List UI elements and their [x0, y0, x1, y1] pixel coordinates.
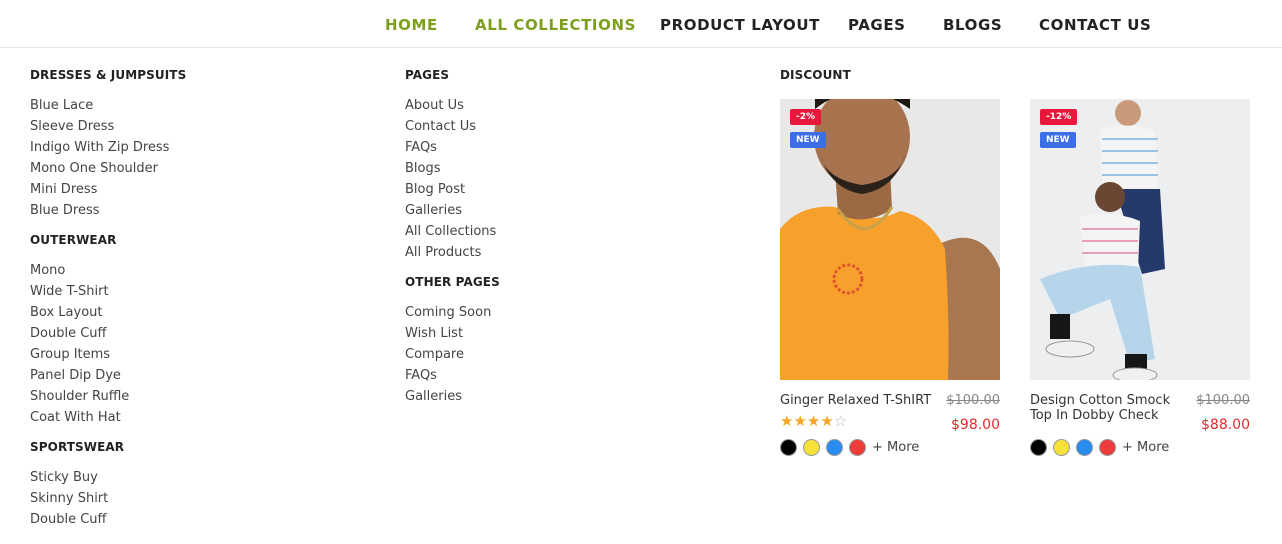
menu-link[interactable]: Panel Dip Dye [30, 365, 186, 386]
menu-link[interactable]: All Collections [405, 221, 500, 242]
menu-link[interactable]: Coming Soon [405, 302, 500, 323]
star-empty-icon: ☆ [833, 412, 848, 430]
menu-group-sportswear: SPORTSWEAR Sticky Buy Skinny Shirt Doubl… [30, 440, 186, 530]
menu-link[interactable]: Wide T-Shirt [30, 281, 186, 302]
menu-link[interactable]: Compare [405, 344, 500, 365]
star-filled-icon: ★ [806, 412, 821, 430]
nav-home[interactable]: HOME [385, 16, 438, 34]
menu-link[interactable]: Shoulder Ruffle [30, 386, 186, 407]
color-swatches: + More [1030, 439, 1250, 456]
menu-link[interactable]: Wish List [405, 323, 500, 344]
mega-menu-column-2: PAGES About Us Contact Us FAQs Blogs Blo… [405, 68, 500, 407]
menu-link[interactable]: Double Cuff [30, 509, 186, 530]
menu-link[interactable]: Coat With Hat [30, 407, 186, 428]
price-discounted: $88.00 [1201, 417, 1250, 433]
group-title: SPORTSWEAR [30, 440, 125, 454]
product-name[interactable]: Ginger Relaxed T-ShIRT [780, 393, 940, 408]
nav-blogs[interactable]: BLOGS [943, 16, 1002, 34]
swatch-yellow[interactable] [803, 439, 820, 456]
swatch-red[interactable] [1099, 439, 1116, 456]
menu-link[interactable]: Skinny Shirt [30, 488, 186, 509]
swatch-black[interactable] [780, 439, 797, 456]
menu-group-pages: PAGES About Us Contact Us FAQs Blogs Blo… [405, 68, 500, 263]
product-image[interactable]: -12% NEW [1030, 99, 1250, 380]
group-title: OTHER PAGES [405, 275, 500, 289]
swatch-red[interactable] [849, 439, 866, 456]
menu-link[interactable]: Sticky Buy [30, 467, 186, 488]
menu-link[interactable]: Group Items [30, 344, 186, 365]
menu-group-outerwear: OUTERWEAR Mono Wide T-Shirt Box Layout D… [30, 233, 186, 428]
group-title: PAGES [405, 68, 450, 82]
star-filled-icon: ★ [793, 412, 807, 430]
more-colors-link[interactable]: + More [872, 440, 919, 455]
nav-pages[interactable]: PAGES [848, 16, 906, 34]
swatch-black[interactable] [1030, 439, 1047, 456]
star-filled-icon: ★ [780, 412, 794, 430]
menu-link[interactable]: Galleries [405, 200, 500, 221]
product-card[interactable]: -2% NEW Ginger Relaxed T-ShIRT $100.00 ★… [780, 99, 1000, 456]
menu-link[interactable]: Mono One Shoulder [30, 158, 186, 179]
price-discounted: $98.00 [951, 417, 1000, 433]
menu-link[interactable]: FAQs [405, 137, 500, 158]
price-original: $100.00 [946, 393, 1000, 408]
menu-link[interactable]: Galleries [405, 386, 500, 407]
menu-link[interactable]: Box Layout [30, 302, 186, 323]
group-title: DRESSES & JUMPSUITS [30, 68, 187, 82]
price-original: $100.00 [1196, 393, 1250, 408]
menu-link[interactable]: FAQs [405, 365, 500, 386]
nav-contact-us[interactable]: CONTACT US [1039, 16, 1151, 34]
menu-link[interactable]: Blue Lace [30, 95, 186, 116]
menu-link[interactable]: Blog Post [405, 179, 500, 200]
mega-menu-column-1: DRESSES & JUMPSUITS Blue Lace Sleeve Dre… [30, 68, 186, 530]
menu-link[interactable]: Sleeve Dress [30, 116, 186, 137]
discount-section: DISCOUNT [780, 68, 851, 83]
rating-stars: ★★★★☆ [780, 412, 847, 430]
discount-title: DISCOUNT [780, 68, 851, 82]
menu-link[interactable]: About Us [405, 95, 500, 116]
nav-product-layout[interactable]: PRODUCT LAYOUT [660, 16, 820, 34]
product-image[interactable]: -2% NEW [780, 99, 1000, 380]
nav-all-collections[interactable]: ALL COLLECTIONS [475, 16, 636, 34]
swatch-yellow[interactable] [1053, 439, 1070, 456]
menu-link[interactable]: Indigo With Zip Dress [30, 137, 186, 158]
sale-badge: -12% [1040, 109, 1078, 125]
swatch-blue[interactable] [826, 439, 843, 456]
more-colors-link[interactable]: + More [1122, 440, 1169, 455]
menu-link[interactable]: Blogs [405, 158, 500, 179]
menu-link[interactable]: Blue Dress [30, 200, 186, 221]
menu-link[interactable]: Contact Us [405, 116, 500, 137]
product-card[interactable]: -12% NEW Design Cotton Smock Top In Dobb… [1030, 99, 1250, 456]
main-navigation: HOME ALL COLLECTIONS PRODUCT LAYOUT PAGE… [0, 0, 1282, 48]
swatch-blue[interactable] [1076, 439, 1093, 456]
sale-badge: -2% [790, 109, 822, 125]
product-name[interactable]: Design Cotton Smock Top In Dobby Check [1030, 393, 1190, 423]
new-badge: NEW [1040, 132, 1076, 148]
menu-link[interactable]: All Products [405, 242, 500, 263]
color-swatches: + More [780, 439, 1000, 456]
star-filled-icon: ★ [820, 412, 834, 430]
menu-group-dresses: DRESSES & JUMPSUITS Blue Lace Sleeve Dre… [30, 68, 186, 221]
group-title: OUTERWEAR [30, 233, 117, 247]
menu-link[interactable]: Mono [30, 260, 186, 281]
new-badge: NEW [790, 132, 826, 148]
menu-group-other-pages: OTHER PAGES Coming Soon Wish List Compar… [405, 275, 500, 407]
menu-link[interactable]: Mini Dress [30, 179, 186, 200]
menu-link[interactable]: Double Cuff [30, 323, 186, 344]
